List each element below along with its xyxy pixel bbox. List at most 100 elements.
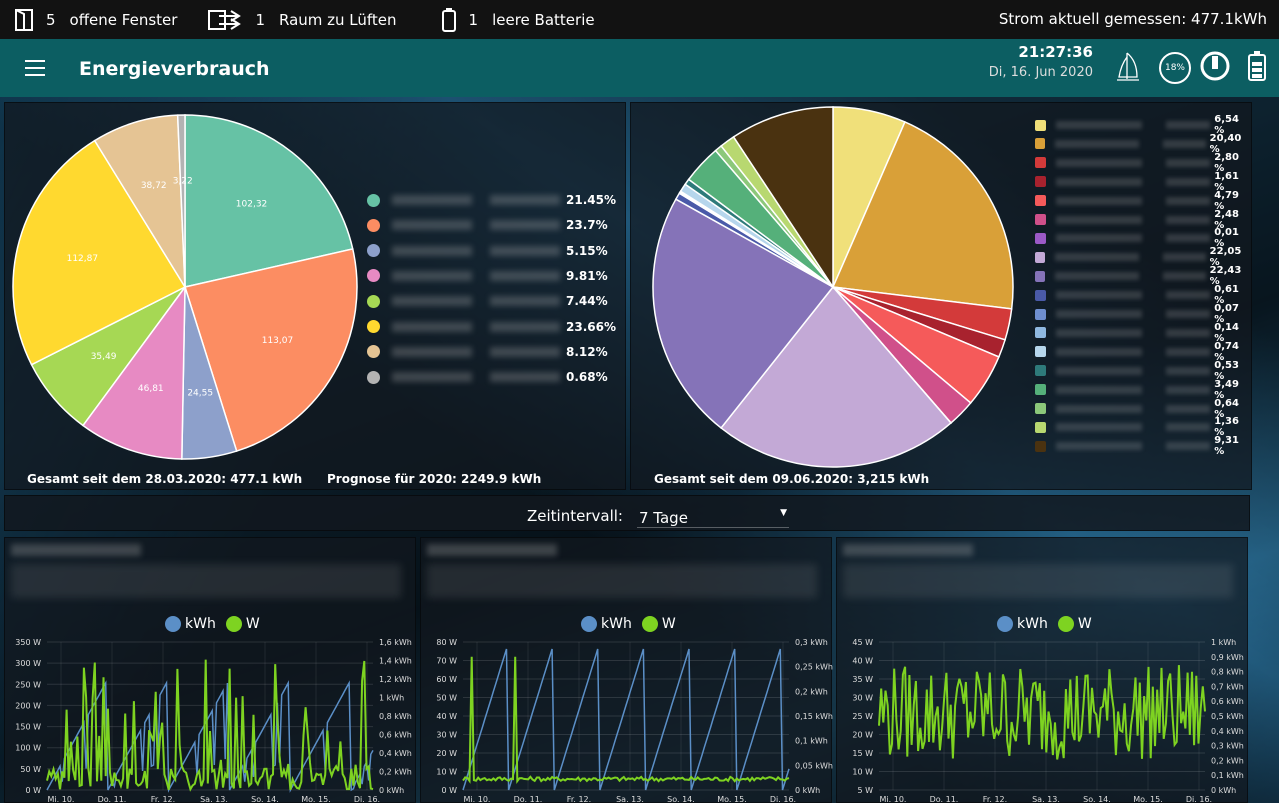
pie2-legend-item[interactable]: 22,05 % bbox=[1035, 246, 1252, 268]
sailboat-icon[interactable] bbox=[1115, 51, 1141, 83]
pie1-legend-item[interactable]: 8.12% bbox=[367, 345, 608, 359]
y-left-tick: 30 W bbox=[436, 731, 457, 740]
legend-blurred-label bbox=[1055, 139, 1139, 148]
power-icon[interactable] bbox=[1199, 50, 1231, 82]
y-right-tick: 0,15 kWh bbox=[795, 712, 833, 721]
y-left-tick: 100 W bbox=[15, 744, 41, 753]
pie1-legend-item[interactable]: 23.66% bbox=[367, 320, 616, 334]
pie2-legend-item[interactable]: 3,49 % bbox=[1035, 379, 1251, 401]
pie1-legend-item[interactable]: 23.7% bbox=[367, 218, 608, 232]
legend-blurred-value bbox=[1166, 215, 1211, 224]
legend-blurred-label bbox=[392, 220, 472, 231]
x-tick: Fr. 12. bbox=[151, 795, 175, 803]
legend-swatch bbox=[1035, 289, 1046, 301]
pie2-legend-item[interactable]: 0,01 % bbox=[1035, 227, 1251, 249]
pie1-slice-label: 3,22 bbox=[173, 176, 193, 186]
percent-badge-value: 18% bbox=[1164, 63, 1185, 73]
rooms-count: 1 bbox=[255, 10, 265, 29]
legend-swatch bbox=[1035, 440, 1046, 452]
legend-swatch bbox=[367, 294, 380, 308]
pie2-legend-item[interactable]: 6,54 % bbox=[1035, 114, 1251, 136]
pie2-legend-item[interactable]: 0,74 % bbox=[1035, 341, 1251, 363]
x-tick: Di. 16. bbox=[770, 795, 796, 803]
legend-blurred-label bbox=[1055, 328, 1143, 337]
legend-blurred-label bbox=[1055, 234, 1143, 243]
y-left-tick: 10 W bbox=[852, 768, 873, 777]
interval-bar: Zeitintervall: 7 Tage ▼ bbox=[4, 495, 1250, 531]
rooms-to-ventilate-indicator[interactable]: 1 Raum zu Lüften bbox=[207, 8, 397, 32]
open-windows-indicator[interactable]: 5 offene Fenster bbox=[14, 8, 177, 32]
y-right-tick: 0,4 kWh bbox=[1211, 727, 1244, 736]
pie2-legend-item[interactable]: 0,61 % bbox=[1035, 284, 1251, 306]
y-left-tick: 40 W bbox=[436, 712, 457, 721]
legend-swatch bbox=[1035, 138, 1046, 150]
legend-swatch bbox=[1035, 403, 1046, 414]
y-right-tick: 0,4 kWh bbox=[379, 749, 412, 758]
clock: 21:27:36 Di, 16. Jun 2020 bbox=[989, 43, 1093, 80]
y-left-tick: 300 W bbox=[15, 659, 41, 668]
legend-blurred-value bbox=[1166, 328, 1211, 337]
device-chart-panel: kWh W 45 W 40 W 35 W 30 W 25 W 20 W 15 W 10 W5 … bbox=[836, 537, 1248, 803]
line-chart: 45 W 40 W 35 W 30 W 25 W 20 W 15 W 10 W 5 W 1 kWh… bbox=[852, 638, 1244, 803]
pie2-legend-item[interactable]: 0,53 % bbox=[1035, 360, 1251, 382]
weekly-pie-panel: 6,54 % 20,40 % 2,80 % 1,61 % 4,79 % 2,48… bbox=[630, 102, 1252, 490]
x-tick: Fr. 12. bbox=[983, 795, 1007, 803]
window-icon bbox=[15, 8, 33, 31]
pie2-legend-item[interactable]: 1,61 % bbox=[1035, 171, 1251, 193]
legend-blurred-label bbox=[1055, 196, 1143, 205]
legend-percent: 5.15% bbox=[566, 243, 608, 258]
legend-blurred-value bbox=[490, 270, 560, 281]
legend-swatch bbox=[1035, 195, 1046, 207]
pie2-total: Gesamt seit dem 09.06.2020: 3,215 kWh bbox=[654, 472, 930, 486]
pie1-legend-item[interactable]: 21.45% bbox=[367, 193, 616, 207]
interval-select[interactable]: 7 Tage ▼ bbox=[637, 502, 789, 528]
hamburger-menu-icon[interactable] bbox=[25, 60, 45, 76]
pie2-legend-item[interactable]: 20,40 % bbox=[1035, 133, 1252, 155]
legend-swatch bbox=[1035, 214, 1046, 225]
pie1-legend-item[interactable]: 0.68% bbox=[367, 370, 608, 384]
pie1-legend-item[interactable]: 5.15% bbox=[367, 244, 608, 258]
pie2-legend-item[interactable]: 22,43 % bbox=[1035, 265, 1252, 287]
pie1-slice-label: 46,81 bbox=[138, 384, 164, 394]
pie2-legend-item[interactable]: 9,31 % bbox=[1035, 435, 1251, 457]
pie1-legend-item[interactable]: 9.81% bbox=[367, 269, 608, 283]
y-right-tick: 0,3 kWh bbox=[795, 638, 828, 647]
legend-blurred-value bbox=[490, 296, 560, 307]
pie2-legend-item[interactable]: 0,07 % bbox=[1035, 303, 1251, 325]
clock-time: 21:27:36 bbox=[1018, 43, 1093, 61]
battery-full-icon[interactable] bbox=[1246, 50, 1268, 82]
open-windows-label: offene Fenster bbox=[69, 10, 178, 29]
rooms-label: Raum zu Lüften bbox=[278, 10, 397, 29]
pie1-legend-item[interactable]: 7.44% bbox=[367, 294, 608, 308]
legend-swatch bbox=[1035, 119, 1046, 131]
x-tick: Sa. 13. bbox=[616, 795, 644, 803]
y-right-tick: 1,2 kWh bbox=[379, 675, 412, 684]
pie2-legend-item[interactable]: 0,14 % bbox=[1035, 322, 1251, 344]
legend-blurred-label bbox=[1055, 385, 1143, 394]
pie2-legend-item[interactable]: 4,79 % bbox=[1035, 190, 1251, 212]
empty-battery-indicator[interactable]: 1 leere Batterie bbox=[441, 7, 595, 33]
y-left-tick: 50 W bbox=[20, 765, 41, 774]
legend-blurred-value bbox=[1162, 139, 1206, 148]
y-left-tick: 15 W bbox=[852, 749, 873, 758]
legend-percent: 23.66% bbox=[566, 319, 616, 334]
legend-swatch bbox=[1035, 251, 1046, 263]
y-right-tick: 0,8 kWh bbox=[379, 712, 412, 721]
pie2-legend-item[interactable]: 1,36 % bbox=[1035, 416, 1251, 438]
pie2-legend-item[interactable]: 0,64 % bbox=[1035, 398, 1251, 420]
pie1-slice-label: 112,87 bbox=[67, 254, 99, 264]
y-left-tick: 20 W bbox=[436, 749, 457, 758]
pie2-legend-item[interactable]: 2,48 % bbox=[1035, 209, 1251, 231]
battery-label: leere Batterie bbox=[492, 10, 595, 29]
status-bar: 5 offene Fenster 1 Raum zu Lüften 1 leer… bbox=[0, 0, 1279, 39]
x-tick: Do. 11. bbox=[930, 795, 959, 803]
clock-date: Di, 16. Jun 2020 bbox=[988, 65, 1093, 80]
legend-swatch bbox=[1035, 308, 1046, 320]
consumption-pie-panel: 102,32 113,07 24,55 46,81 35,49 112,87 38,72 3,… bbox=[4, 102, 626, 490]
y-left-tick: 40 W bbox=[852, 657, 873, 666]
pie2-legend-item[interactable]: 2,80 % bbox=[1035, 152, 1251, 174]
weekly-pie-chart bbox=[652, 106, 1014, 468]
legend-blurred-value bbox=[1162, 253, 1206, 262]
percent-badge[interactable]: 18% bbox=[1159, 52, 1191, 84]
legend-blurred-label bbox=[1055, 366, 1143, 375]
